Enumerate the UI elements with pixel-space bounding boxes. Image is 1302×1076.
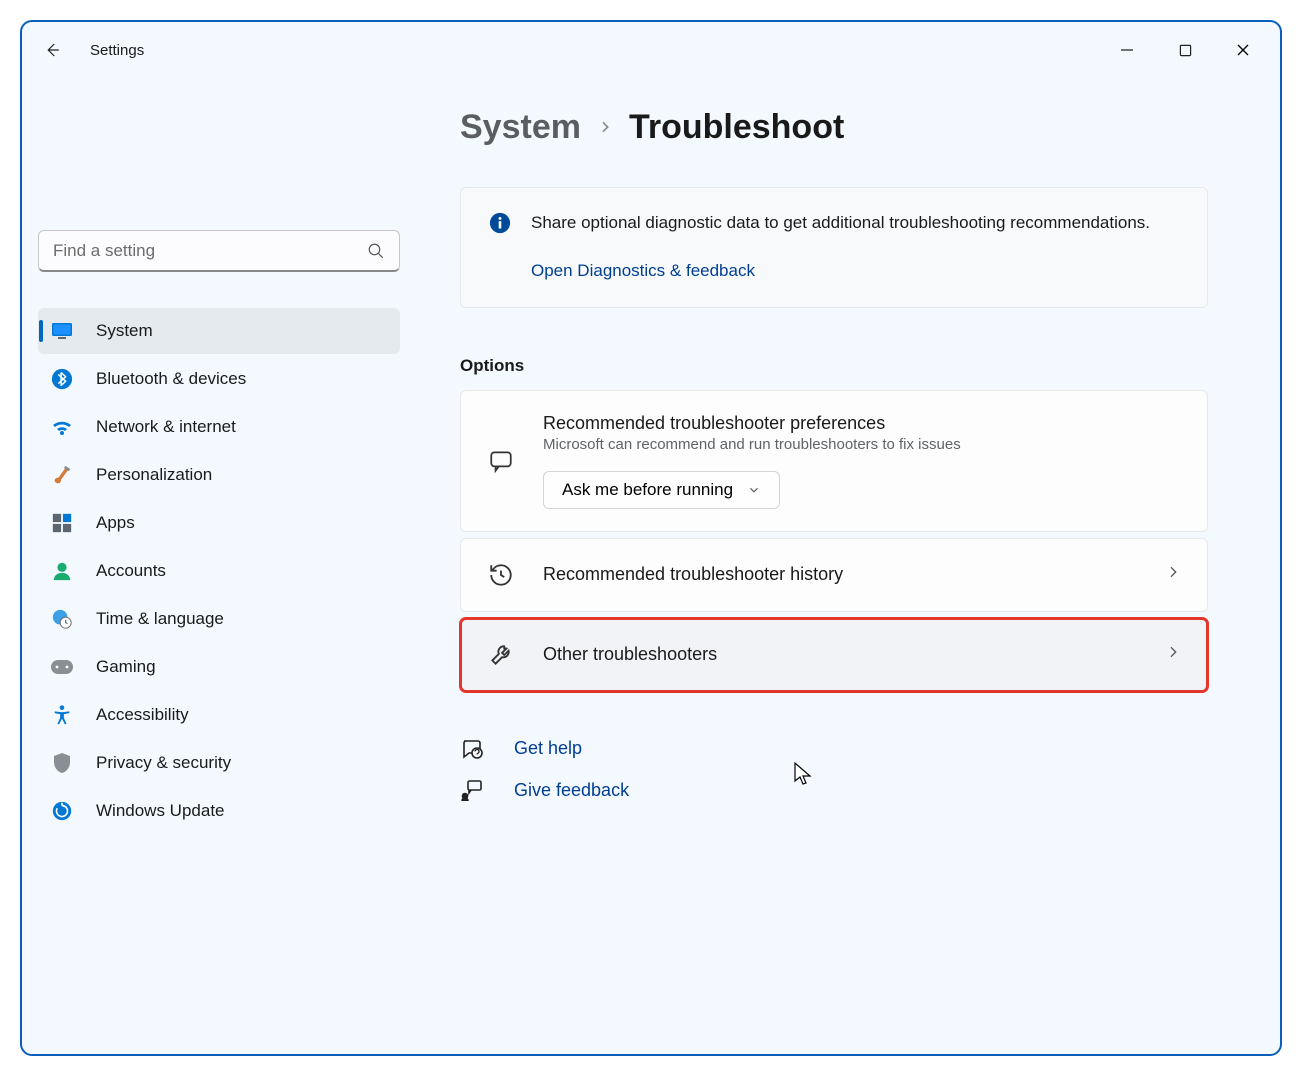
card-title: Other troubleshooters — [543, 644, 1137, 665]
card-title: Recommended troubleshooter history — [543, 564, 1137, 585]
sidebar-item-label: Apps — [96, 513, 135, 533]
chevron-down-icon — [747, 483, 761, 497]
sidebar: System Bluetooth & devices Network & int… — [22, 78, 412, 1054]
feedback-icon — [460, 778, 486, 804]
page-title: Troubleshoot — [629, 108, 844, 147]
section-header-options: Options — [460, 356, 1208, 376]
sidebar-item-privacy[interactable]: Privacy & security — [38, 740, 400, 786]
person-icon — [50, 559, 74, 583]
apps-icon — [50, 511, 74, 535]
preferences-dropdown[interactable]: Ask me before running — [543, 471, 780, 509]
sidebar-item-network[interactable]: Network & internet — [38, 404, 400, 450]
minimize-icon — [1120, 43, 1134, 57]
breadcrumb: System Troubleshoot — [460, 108, 1208, 147]
accessibility-icon — [50, 703, 74, 727]
arrow-left-icon — [43, 41, 61, 59]
sidebar-item-accessibility[interactable]: Accessibility — [38, 692, 400, 738]
maximize-button[interactable] — [1156, 28, 1214, 72]
nav-list: System Bluetooth & devices Network & int… — [38, 308, 412, 834]
chat-icon — [487, 447, 515, 475]
sidebar-item-bluetooth[interactable]: Bluetooth & devices — [38, 356, 400, 402]
help-link-label: Give feedback — [514, 780, 629, 801]
card-title: Recommended troubleshooter preferences — [543, 413, 1181, 434]
back-button[interactable] — [30, 28, 74, 72]
main-content: System Troubleshoot Share optional diagn… — [412, 78, 1280, 1054]
sidebar-item-label: Privacy & security — [96, 753, 231, 773]
give-feedback-link[interactable]: Give feedback — [460, 778, 1208, 804]
search-box[interactable] — [38, 230, 400, 272]
diagnostics-feedback-link[interactable]: Open Diagnostics & feedback — [531, 258, 1150, 284]
sidebar-item-label: Windows Update — [96, 801, 225, 821]
titlebar: Settings — [22, 22, 1280, 78]
dropdown-selected: Ask me before running — [562, 480, 733, 500]
wifi-icon — [50, 415, 74, 439]
search-icon — [367, 242, 385, 260]
monitor-icon — [50, 319, 74, 343]
sidebar-item-apps[interactable]: Apps — [38, 500, 400, 546]
history-icon — [487, 561, 515, 589]
card-subtitle: Microsoft can recommend and run troubles… — [543, 436, 1181, 453]
info-icon — [489, 212, 511, 234]
sidebar-item-personalization[interactable]: Personalization — [38, 452, 400, 498]
maximize-icon — [1179, 44, 1192, 57]
sidebar-item-gaming[interactable]: Gaming — [38, 644, 400, 690]
brush-icon — [50, 463, 74, 487]
search-input[interactable] — [53, 241, 367, 261]
sidebar-item-label: Accounts — [96, 561, 166, 581]
chevron-right-icon — [1165, 564, 1181, 585]
breadcrumb-parent[interactable]: System — [460, 108, 581, 147]
sidebar-item-label: Gaming — [96, 657, 156, 677]
help-link-label: Get help — [514, 738, 582, 759]
sidebar-item-label: Time & language — [96, 609, 224, 629]
bluetooth-icon — [50, 367, 74, 391]
question-bubble-icon — [460, 736, 486, 762]
sidebar-item-label: System — [96, 321, 153, 341]
globe-clock-icon — [50, 607, 74, 631]
account-area — [38, 86, 412, 226]
close-icon — [1236, 43, 1250, 57]
close-button[interactable] — [1214, 28, 1272, 72]
sidebar-item-time-language[interactable]: Time & language — [38, 596, 400, 642]
app-title: Settings — [90, 42, 144, 59]
info-text: Share optional diagnostic data to get ad… — [531, 213, 1150, 232]
minimize-button[interactable] — [1098, 28, 1156, 72]
sidebar-item-system[interactable]: System — [38, 308, 400, 354]
chevron-right-icon — [597, 114, 613, 142]
info-banner: Share optional diagnostic data to get ad… — [460, 187, 1208, 308]
sidebar-item-windows-update[interactable]: Windows Update — [38, 788, 400, 834]
shield-icon — [50, 751, 74, 775]
chevron-right-icon — [1165, 644, 1181, 665]
card-troubleshooter-preferences: Recommended troubleshooter preferences M… — [460, 390, 1208, 532]
card-other-troubleshooters[interactable]: Other troubleshooters — [460, 618, 1208, 692]
wrench-icon — [487, 641, 515, 669]
sidebar-item-label: Bluetooth & devices — [96, 369, 246, 389]
sidebar-item-label: Accessibility — [96, 705, 189, 725]
get-help-link[interactable]: Get help — [460, 736, 1208, 762]
update-icon — [50, 799, 74, 823]
card-troubleshooter-history[interactable]: Recommended troubleshooter history — [460, 538, 1208, 612]
sidebar-item-label: Personalization — [96, 465, 212, 485]
sidebar-item-label: Network & internet — [96, 417, 236, 437]
gamepad-icon — [50, 655, 74, 679]
sidebar-item-accounts[interactable]: Accounts — [38, 548, 400, 594]
